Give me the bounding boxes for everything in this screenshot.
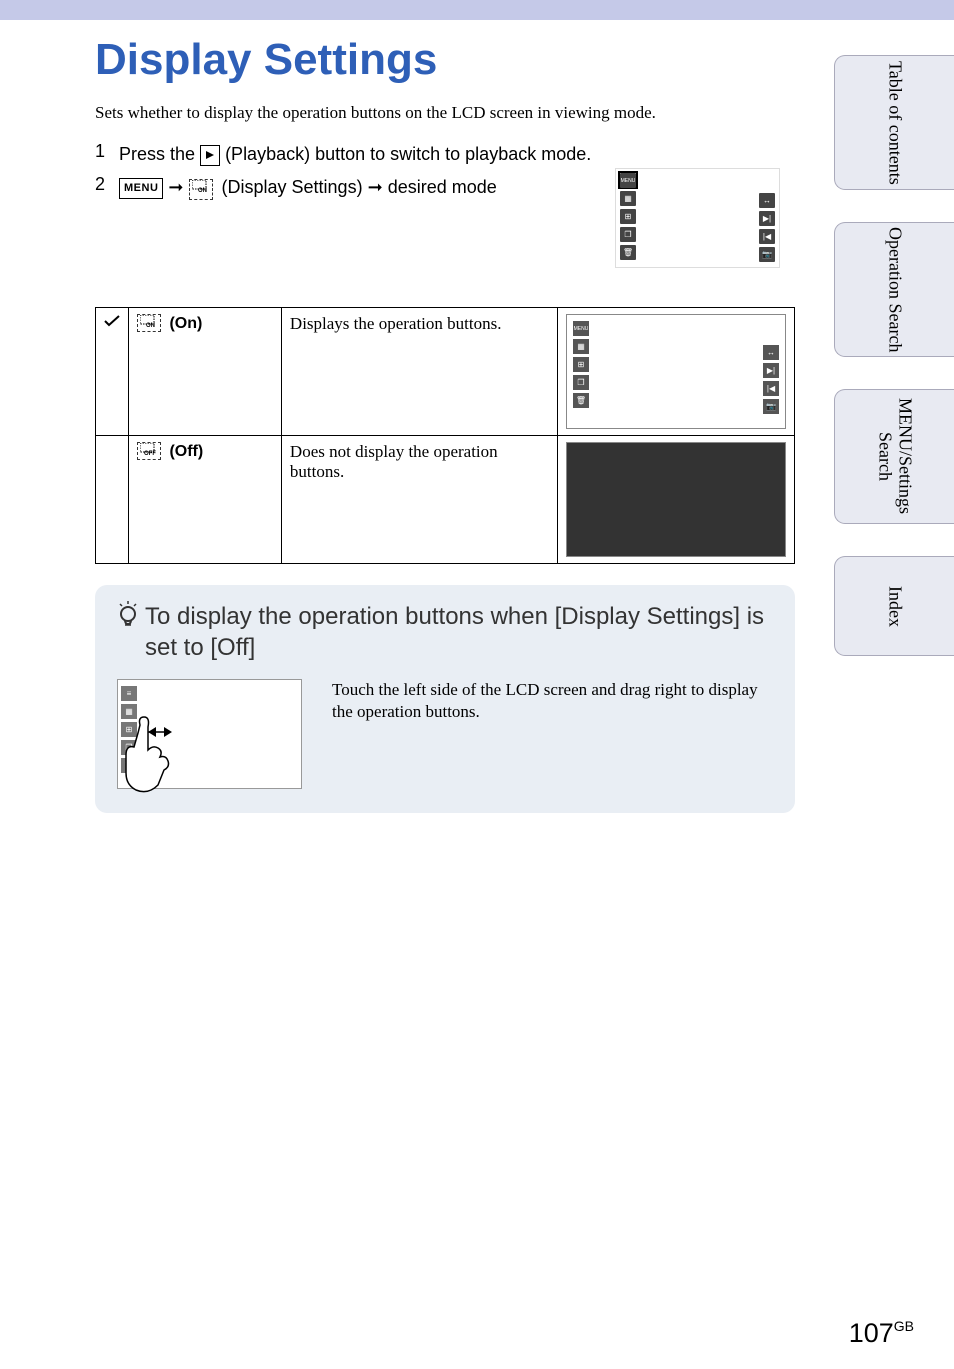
tip-illustration: ≡ ▦ ⊞ ❐ 🗑	[117, 679, 302, 789]
header-band	[0, 0, 954, 20]
step-number: 1	[95, 141, 109, 168]
off-desc: Does not display the operation buttons.	[281, 436, 557, 564]
page-number: 107GB	[849, 1318, 914, 1349]
tab-toc[interactable]: Table of contents	[834, 55, 954, 190]
tip-text: Touch the left side of the LCD screen an…	[332, 679, 777, 789]
svg-text:ON: ON	[146, 323, 155, 328]
display-off-icon: OFF	[137, 442, 161, 460]
menu-btn-icon: ≡	[121, 686, 137, 701]
on-illustration-cell: MENU ▦ ⊞ ❐ 🗑 ↔ ▶| |◀ 📷	[557, 308, 794, 436]
step-mid: (Display Settings)	[222, 177, 368, 197]
wide-icon: ↔	[759, 193, 775, 208]
step-post: desired mode	[388, 177, 497, 197]
checkmark-icon	[104, 314, 120, 328]
display-on-icon: ON	[189, 179, 213, 200]
option-label-on: ON (On)	[129, 308, 282, 436]
side-tabs: Table of contents Operation Search MENU/…	[834, 55, 954, 656]
tip-title-text: To display the operation buttons when [D…	[145, 601, 777, 663]
next-icon: ▶|	[759, 211, 775, 226]
tab-label: Table of contents	[885, 61, 905, 185]
next-icon: ▶|	[763, 363, 779, 378]
on-label: (On)	[169, 315, 202, 332]
tab-label: MENU/Settings Search	[875, 390, 915, 523]
hand-icon	[118, 715, 173, 800]
display-on-icon: ON	[137, 314, 161, 332]
step-body: MENU ➞ ON (Display Settings) ➞ desired m…	[119, 174, 497, 201]
check-cell	[96, 436, 129, 564]
tip-body: ≡ ▦ ⊞ ❐ 🗑 Touch the left side of the LCD…	[117, 679, 777, 789]
page-title: Display Settings	[95, 35, 795, 85]
tab-index[interactable]: Index	[834, 556, 954, 656]
menu-btn-icon: MENU	[573, 321, 589, 336]
tab-operation-search[interactable]: Operation Search	[834, 222, 954, 357]
prev-icon: |◀	[759, 229, 775, 244]
playback-icon	[200, 145, 220, 166]
arrow-right-icon: ➞	[168, 177, 188, 197]
svg-text:OFF: OFF	[144, 451, 156, 456]
tab-label: Operation Search	[885, 227, 905, 352]
lightbulb-icon	[117, 601, 139, 635]
page-num-value: 107	[849, 1318, 894, 1348]
camera-icon: 📷	[759, 247, 775, 262]
wide-icon: ↔	[763, 345, 779, 360]
menu-btn-icon: MENU	[620, 173, 636, 188]
tab-menu-settings-search[interactable]: MENU/Settings Search	[834, 389, 954, 524]
arrow-right-icon: ➞	[368, 177, 383, 197]
grid-icon: ⊞	[573, 357, 589, 372]
off-label: (Off)	[169, 443, 203, 460]
overlap-icon: ❐	[620, 227, 636, 242]
intro-text: Sets whether to display the operation bu…	[95, 103, 795, 123]
menu-icon: MENU	[119, 178, 163, 199]
tab-label: Index	[885, 586, 905, 627]
tip-heading: To display the operation buttons when [D…	[117, 601, 777, 663]
trash-icon: 🗑	[620, 245, 636, 260]
option-label-off: OFF (Off)	[129, 436, 282, 564]
overlap-icon: ❐	[573, 375, 589, 390]
off-illustration-cell	[557, 436, 794, 564]
table-row: ON (On) Displays the operation buttons. …	[96, 308, 795, 436]
step-pre: Press the	[119, 144, 200, 164]
svg-text:ON: ON	[198, 188, 207, 193]
lcd-illustration-on: MENU ▦ ⊞ ❐ 🗑 ↔ ▶| |◀ 📷	[566, 314, 786, 429]
step-body: Press the (Playback) button to switch to…	[119, 141, 591, 168]
calendar-icon: ▦	[620, 191, 636, 206]
options-table: ON (On) Displays the operation buttons. …	[95, 307, 795, 564]
calendar-icon: ▦	[573, 339, 589, 354]
lcd-illustration-main: MENU ▦ ⊞ ❐ 🗑 ↔ ▶| |◀ 📷	[615, 168, 780, 268]
page-region: GB	[894, 1318, 914, 1334]
tip-box: To display the operation buttons when [D…	[95, 585, 795, 813]
step-post: (Playback) button to switch to playback …	[225, 144, 591, 164]
step-1: 1 Press the (Playback) button to switch …	[95, 141, 795, 168]
camera-icon: 📷	[763, 399, 779, 414]
lcd-illustration-off	[566, 442, 786, 557]
check-cell	[96, 308, 129, 436]
step-number: 2	[95, 174, 109, 201]
trash-icon: 🗑	[573, 393, 589, 408]
prev-icon: |◀	[763, 381, 779, 396]
grid-icon: ⊞	[620, 209, 636, 224]
on-desc: Displays the operation buttons.	[281, 308, 557, 436]
table-row: OFF (Off) Does not display the operation…	[96, 436, 795, 564]
